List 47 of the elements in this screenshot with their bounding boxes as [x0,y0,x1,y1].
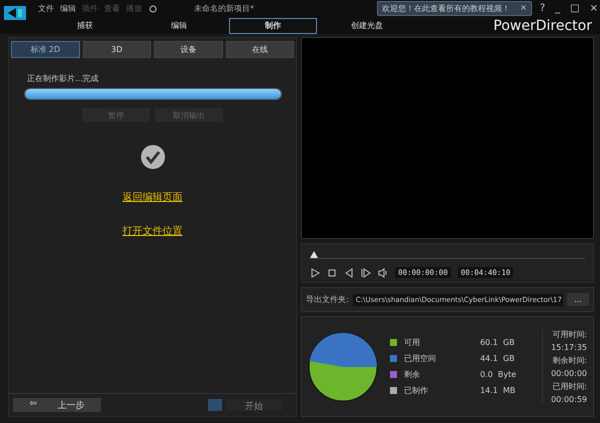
legend-value: 60.1 GB [480,338,516,347]
window-control[interactable]: ? [540,3,546,14]
legend-label: 可用 [404,337,422,348]
return-link[interactable]: 返回编辑页面 [122,190,183,204]
sub-tab[interactable]: 3D [82,41,152,58]
main-tab[interactable]: 捕获 [41,18,129,34]
time-value: 15:17:35 [551,343,587,352]
sub-tab[interactable]: 在线 [226,41,294,58]
time-label: 剩余时间: [552,355,587,366]
sub-tab[interactable]: 设备 [154,41,223,58]
open-folder-link[interactable]: 打开文件位置 [122,224,183,238]
time-label: 可用时间: [552,329,587,340]
export-label: 导出文件夹: [306,294,349,305]
volume-icon[interactable] [378,268,388,278]
play-icon[interactable] [310,268,320,278]
check-icon [140,144,166,170]
window-control[interactable]: _ [555,3,560,14]
stop-icon[interactable] [327,268,338,278]
window-control[interactable]: × [590,3,598,14]
main-tab[interactable]: 创建光盘 [323,18,411,34]
legend-value: 14.1 MB [480,386,516,395]
window-control[interactable]: □ [570,3,580,14]
window-title: 未命名的新项目* [194,3,255,14]
tooltip-banner[interactable]: 欢迎您！在此查看所有的教程视频！ × [377,1,532,16]
brand-name: PowerDirector [493,18,592,34]
previous-frame-icon[interactable] [344,268,354,278]
pie-chart-drawing [308,332,378,402]
scrubber-handle[interactable] [310,251,318,258]
time-value: 00:00:00 [551,369,587,378]
sub-tab[interactable]: 标准 2D [11,41,80,58]
legend-label: 已制作 [404,385,430,396]
close-icon[interactable]: × [520,3,527,14]
menu-item[interactable]: 文件 [38,3,54,14]
legend-label: 剩余 [404,369,422,380]
time-value: 00:00:59 [551,395,587,404]
progress-label: 正在制作影片...完成 [26,73,99,84]
next-frame-icon[interactable] [361,268,372,278]
browse-button[interactable]: ... [567,293,589,306]
back-button[interactable]: ⇦ 上一步 [13,398,101,412]
main-tab[interactable]: 制作 [229,18,317,34]
legend-value: 44.1 GB [480,354,516,363]
legend-value: 0.0 Byte [480,370,518,379]
legend-label: 已用空间 [404,353,438,364]
main-tab[interactable]: 编辑 [135,18,223,34]
tooltip-text: 欢迎您！在此查看所有的教程视频！ [382,3,510,14]
menu-item[interactable]: 编辑 [60,3,76,14]
time-label: 已用时间: [552,381,587,392]
